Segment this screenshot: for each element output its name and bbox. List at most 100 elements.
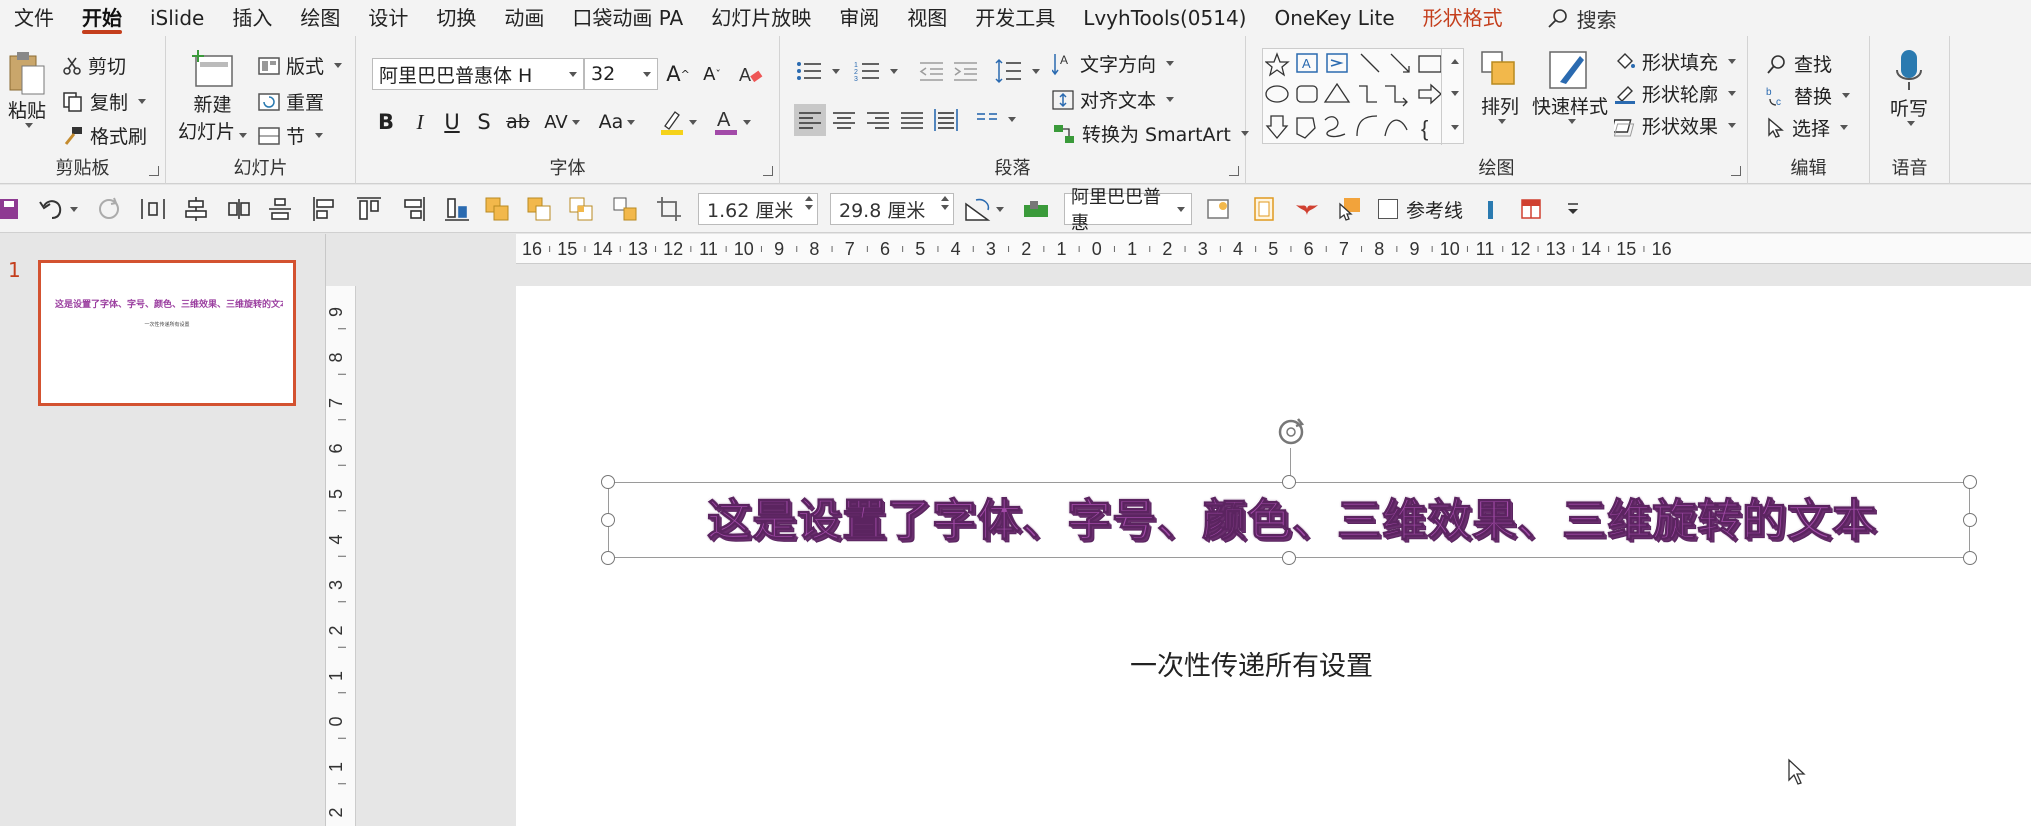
shape-gallery-scroll[interactable]	[1441, 49, 1463, 145]
distribute-vertical-button[interactable]	[226, 194, 252, 224]
align-center-vertical-button[interactable]	[184, 194, 208, 224]
replace-button[interactable]: bc 替换	[1766, 82, 1851, 109]
increase-indent-button[interactable]	[952, 60, 978, 82]
italic-button[interactable]: I	[404, 106, 436, 138]
align-bottom-objects-button[interactable]	[444, 194, 470, 224]
shape-effects-button[interactable]: 形状效果	[1614, 112, 1737, 139]
guides-checkbox-box[interactable]	[1378, 199, 1398, 219]
bullets-button[interactable]	[796, 60, 840, 82]
guides-checkbox[interactable]: 参考线	[1378, 194, 1463, 224]
resize-handle-nw[interactable]	[601, 475, 615, 489]
text-direction-button[interactable]: A 文字方向	[1052, 50, 1175, 77]
shape-height-input[interactable]: 1.62 厘米	[698, 193, 818, 225]
menu-tab-14[interactable]: OneKey Lite	[1260, 0, 1408, 36]
dictate-button[interactable]: 听写	[1890, 48, 1928, 126]
stepper-up-icon[interactable]	[805, 196, 813, 201]
menu-tab-5[interactable]: 设计	[354, 0, 422, 36]
align-right-objects-button[interactable]	[400, 194, 426, 224]
merge-union-button[interactable]	[484, 194, 510, 224]
clipboard-launcher-icon[interactable]	[149, 166, 159, 176]
numbering-button[interactable]: 123	[854, 60, 898, 82]
arrange-button[interactable]: 排列	[1478, 48, 1522, 124]
select-object-button[interactable]	[1336, 194, 1364, 224]
cut-button[interactable]: 剪切	[62, 52, 126, 79]
copy-caret-icon[interactable]	[138, 99, 147, 104]
gallery-down-icon[interactable]	[1451, 91, 1459, 96]
line-spacing-button[interactable]	[994, 58, 1040, 84]
crop-button[interactable]	[656, 194, 682, 224]
justify-button[interactable]	[900, 110, 924, 130]
slide-thumbnail[interactable]: 这是设置了字体、字号、颜色、三维效果、三维旋转的文本 一次性传递所有设置	[38, 260, 296, 406]
convert-smartart-button[interactable]: 转换为 SmartArt	[1052, 120, 1249, 147]
shrink-font-button[interactable]: Aˇ	[696, 58, 728, 90]
font-family-select[interactable]: 阿里巴巴普惠体 H	[372, 58, 584, 90]
menu-tab-9[interactable]: 幻灯片放映	[697, 0, 825, 36]
bar-marker[interactable]	[1486, 194, 1496, 224]
undo-button[interactable]	[38, 194, 78, 224]
new-slide-button[interactable]: 新建 幻灯片	[178, 48, 248, 144]
shape-fill-button[interactable]: 形状填充	[1614, 48, 1737, 75]
shape-height-stepper[interactable]	[805, 196, 813, 210]
merge-combine-button[interactable]	[526, 194, 552, 224]
layout-button[interactable]: 版式	[258, 52, 343, 79]
find-button[interactable]: 查找	[1766, 50, 1832, 77]
select-button[interactable]: 选择	[1766, 114, 1849, 141]
slide-subtitle[interactable]: 一次性传递所有设置	[1130, 644, 1373, 683]
rotate-button[interactable]	[964, 194, 1004, 224]
align-right-button[interactable]	[866, 110, 890, 130]
quick-styles-button[interactable]: 快速样式	[1532, 48, 1608, 124]
effect-button[interactable]	[1294, 194, 1320, 224]
clear-format-button[interactable]: A	[734, 58, 766, 90]
align-left-objects-button[interactable]	[312, 194, 338, 224]
gallery-more-icon[interactable]	[1451, 125, 1459, 130]
copy-button[interactable]: 复制	[62, 88, 147, 115]
menu-tab-15[interactable]: 形状格式	[1409, 0, 1517, 36]
resize-handle-sw[interactable]	[601, 551, 615, 565]
menu-tab-0[interactable]: 文件	[0, 0, 68, 36]
layout-panel-button[interactable]	[1520, 194, 1544, 224]
resize-handle-ne[interactable]	[1963, 475, 1977, 489]
stepper-down-icon[interactable]	[805, 205, 813, 210]
font-launcher-icon[interactable]	[763, 166, 773, 176]
menu-tab-12[interactable]: 开发工具	[961, 0, 1069, 36]
font-color-button[interactable]: A	[710, 106, 754, 138]
new-slide-caret-icon[interactable]	[239, 133, 248, 138]
reset-button[interactable]: 重置	[258, 88, 324, 115]
distributed-button[interactable]	[934, 108, 958, 132]
menu-tab-7[interactable]: 动画	[490, 0, 558, 36]
font-size-select[interactable]: 32	[584, 58, 658, 90]
menu-tab-13[interactable]: LvyhTools(0514)	[1069, 0, 1260, 36]
menu-tab-1[interactable]: 开始	[68, 0, 136, 36]
decrease-indent-button[interactable]	[918, 60, 944, 82]
drawing-launcher-icon[interactable]	[1731, 166, 1741, 176]
change-case-button[interactable]: Aa	[594, 106, 640, 138]
align-left-button[interactable]	[794, 104, 826, 136]
slide-headline[interactable]: 这是设置了字体、字号、颜色、三维效果、三维旋转的文本	[612, 484, 1972, 548]
menu-tab-2[interactable]: iSlide	[136, 0, 218, 36]
menu-tab-4[interactable]: 绘图	[286, 0, 354, 36]
resize-handle-w[interactable]	[601, 513, 615, 527]
resize-handle-s[interactable]	[1282, 551, 1296, 565]
paste-caret-icon[interactable]	[25, 123, 33, 128]
quick-font-select[interactable]: 阿里巴巴普惠	[1064, 187, 1192, 234]
resize-handle-n[interactable]	[1282, 475, 1296, 489]
customize-toolbar-button[interactable]	[1566, 194, 1580, 224]
grow-font-button[interactable]: A ^	[662, 58, 694, 90]
send-to-back-button[interactable]	[1022, 194, 1050, 224]
picture-button[interactable]	[1206, 194, 1232, 224]
search-box[interactable]: 搜索	[1517, 4, 1617, 33]
rotate-handle-icon[interactable]	[1275, 416, 1307, 448]
align-top-objects-button[interactable]	[356, 194, 382, 224]
underline-button[interactable]: U	[436, 106, 468, 138]
highlight-button[interactable]	[656, 106, 700, 138]
resize-handle-e[interactable]	[1963, 513, 1977, 527]
menu-tab-6[interactable]: 切换	[422, 0, 490, 36]
align-center-button[interactable]	[832, 110, 856, 130]
paste-button[interactable]: 粘贴	[6, 50, 48, 128]
menu-tab-3[interactable]: 插入	[218, 0, 286, 36]
paragraph-launcher-icon[interactable]	[1229, 166, 1239, 176]
distribute-horizontal-button[interactable]	[140, 194, 166, 224]
gallery-up-icon[interactable]	[1451, 59, 1459, 64]
save-button[interactable]	[0, 194, 20, 224]
bold-button[interactable]: B	[370, 106, 402, 138]
